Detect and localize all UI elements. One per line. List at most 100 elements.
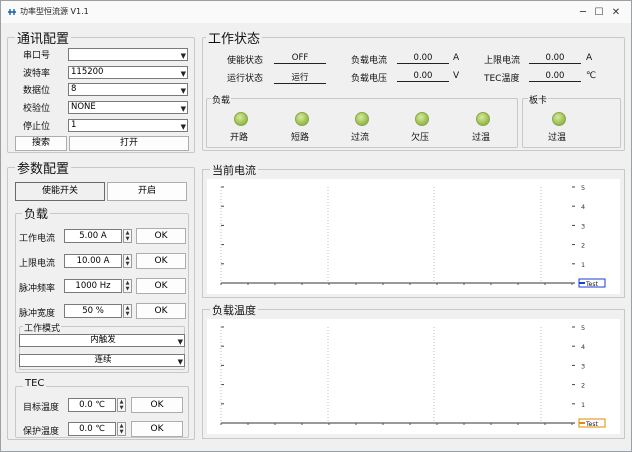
current-chart-plot: 543210Test xyxy=(207,179,620,294)
app-window: 功率型恒流源 V1.1 ─ ☐ ✕ 通讯配置 串口号 ▼ 波特率 115200 ▼… xyxy=(0,0,632,452)
status-title: 工作状态 xyxy=(206,28,263,47)
parity-label: 校验位 xyxy=(23,104,51,114)
board-overtemp-led xyxy=(552,112,566,126)
load-overtemp-led xyxy=(476,112,490,126)
y-tick-label: 2 xyxy=(581,382,585,390)
temp-chart-plot: 543210Test xyxy=(207,319,620,434)
enable-state-value: OFF xyxy=(274,53,326,64)
short-circuit-label: 短路 xyxy=(291,133,310,143)
protect-temp-stepper[interactable]: ▲ ▼ xyxy=(117,422,126,436)
pulse-freq-input[interactable]: 1000 Hz xyxy=(64,279,122,293)
window-title: 功率型恒流源 V1.1 xyxy=(20,7,89,16)
board-overtemp-label: 过温 xyxy=(548,133,567,143)
open-circuit-label: 开路 xyxy=(230,133,249,143)
overcurrent-label: 过流 xyxy=(351,133,370,143)
comm-title: 通讯配置 xyxy=(15,28,72,47)
search-button[interactable]: 搜索 xyxy=(15,136,67,151)
params-title: 参数配置 xyxy=(15,158,72,177)
protect-temp-ok-button[interactable]: OK xyxy=(131,421,183,437)
legend-label: Test xyxy=(585,421,598,428)
tec-temp-unit: ℃ xyxy=(586,71,597,81)
overcurrent-led xyxy=(355,112,369,126)
chevron-down-icon: ▼ xyxy=(180,52,186,60)
enable-state-label: 使能状态 xyxy=(227,56,264,66)
target-temp-label: 目标温度 xyxy=(23,403,60,413)
chevron-down-icon: ▼ xyxy=(180,123,186,131)
chevron-down-icon: ▼ xyxy=(180,87,186,95)
y-tick-label: 3 xyxy=(581,362,585,370)
target-temp-input[interactable]: 0.0 ℃ xyxy=(68,398,116,412)
limit-current-label: 上限电流 xyxy=(19,259,56,269)
y-tick-label: 4 xyxy=(581,343,585,351)
pulse-width-label: 脉冲宽度 xyxy=(19,309,56,319)
y-tick-label: 5 xyxy=(581,184,585,192)
load-current-value: 0.00 xyxy=(397,53,449,64)
pulse-width-ok-button[interactable]: OK xyxy=(136,303,186,319)
enable-label: 使能开关 xyxy=(15,182,105,201)
trigger-mode-select[interactable]: 内触发 ▼ xyxy=(19,334,185,347)
temp-chart-title: 负载温度 xyxy=(210,302,258,318)
chevron-down-icon: ▼ xyxy=(177,358,183,366)
run-mode-select[interactable]: 连续 ▼ xyxy=(19,354,185,367)
current-chart-svg: 543210Test xyxy=(220,184,606,288)
limit-current-status-unit: A xyxy=(586,53,593,63)
load-voltage-label: 负载电压 xyxy=(351,74,388,84)
run-state-value: 运行 xyxy=(274,71,326,84)
undervoltage-label: 欠压 xyxy=(411,133,430,143)
y-tick-label: 1 xyxy=(581,401,585,409)
limit-current-status-value: 0.00 xyxy=(529,53,581,64)
pulse-freq-stepper[interactable]: ▲ ▼ xyxy=(123,279,132,293)
temp-chart-svg: 543210Test xyxy=(220,324,606,428)
stopbits-select[interactable]: 1 ▼ xyxy=(68,119,188,132)
y-tick-label: 2 xyxy=(581,242,585,250)
pulse-freq-ok-button[interactable]: OK xyxy=(136,278,186,294)
app-icon xyxy=(8,9,16,15)
pulse-width-input[interactable]: 50 % xyxy=(64,304,122,318)
target-temp-stepper[interactable]: ▲ ▼ xyxy=(117,398,126,412)
current-chart-title: 当前电流 xyxy=(210,162,258,178)
y-tick-label: 5 xyxy=(581,324,585,332)
work-current-input[interactable]: 5.00 A xyxy=(64,229,122,243)
target-temp-ok-button[interactable]: OK xyxy=(131,397,183,413)
databits-label: 数据位 xyxy=(23,86,51,96)
work-mode-title: 工作模式 xyxy=(23,321,62,334)
enable-button[interactable]: 开启 xyxy=(107,182,187,201)
load-voltage-unit: V xyxy=(453,71,460,81)
legend-label: Test xyxy=(585,281,598,288)
open-button[interactable]: 打开 xyxy=(69,136,189,151)
baud-select[interactable]: 115200 ▼ xyxy=(68,66,188,79)
limit-current-stepper[interactable]: ▲ ▼ xyxy=(123,254,132,268)
load-voltage-value: 0.00 xyxy=(397,71,449,82)
pulse-width-stepper[interactable]: ▲ ▼ xyxy=(123,304,132,318)
run-state-label: 运行状态 xyxy=(227,74,264,84)
stopbits-label: 停止位 xyxy=(23,122,51,132)
tec-temp-value: 0.00 xyxy=(529,71,581,82)
limit-current-input[interactable]: 10.00 A xyxy=(64,254,122,268)
y-tick-label: 1 xyxy=(581,261,585,269)
chevron-down-icon: ▼ xyxy=(180,105,186,113)
databits-select[interactable]: 8 ▼ xyxy=(68,83,188,96)
load-current-label: 负载电流 xyxy=(351,56,388,66)
load-current-unit: A xyxy=(453,53,460,63)
pulse-freq-label: 脉冲频率 xyxy=(19,284,56,294)
protect-temp-label: 保护温度 xyxy=(23,427,60,437)
undervoltage-led xyxy=(415,112,429,126)
protect-temp-input[interactable]: 0.0 ℃ xyxy=(68,422,116,436)
board-status-title: 板卡 xyxy=(528,93,549,106)
limit-current-status-label: 上限电流 xyxy=(484,56,521,66)
port-select[interactable]: ▼ xyxy=(68,48,188,61)
limit-current-ok-button[interactable]: OK xyxy=(136,253,186,269)
port-label: 串口号 xyxy=(23,51,51,61)
close-button[interactable]: ✕ xyxy=(601,1,631,23)
y-tick-label: 4 xyxy=(581,203,585,211)
load-params-title: 负载 xyxy=(22,205,51,222)
chevron-down-icon: ▼ xyxy=(177,338,183,346)
open-circuit-led xyxy=(234,112,248,126)
parity-select[interactable]: NONE ▼ xyxy=(68,101,188,114)
baud-label: 波特率 xyxy=(23,69,51,79)
work-current-ok-button[interactable]: OK xyxy=(136,228,186,244)
load-status-title: 负载 xyxy=(211,93,232,106)
work-current-label: 工作电流 xyxy=(19,234,56,244)
work-current-stepper[interactable]: ▲ ▼ xyxy=(123,229,132,243)
short-circuit-led xyxy=(295,112,309,126)
